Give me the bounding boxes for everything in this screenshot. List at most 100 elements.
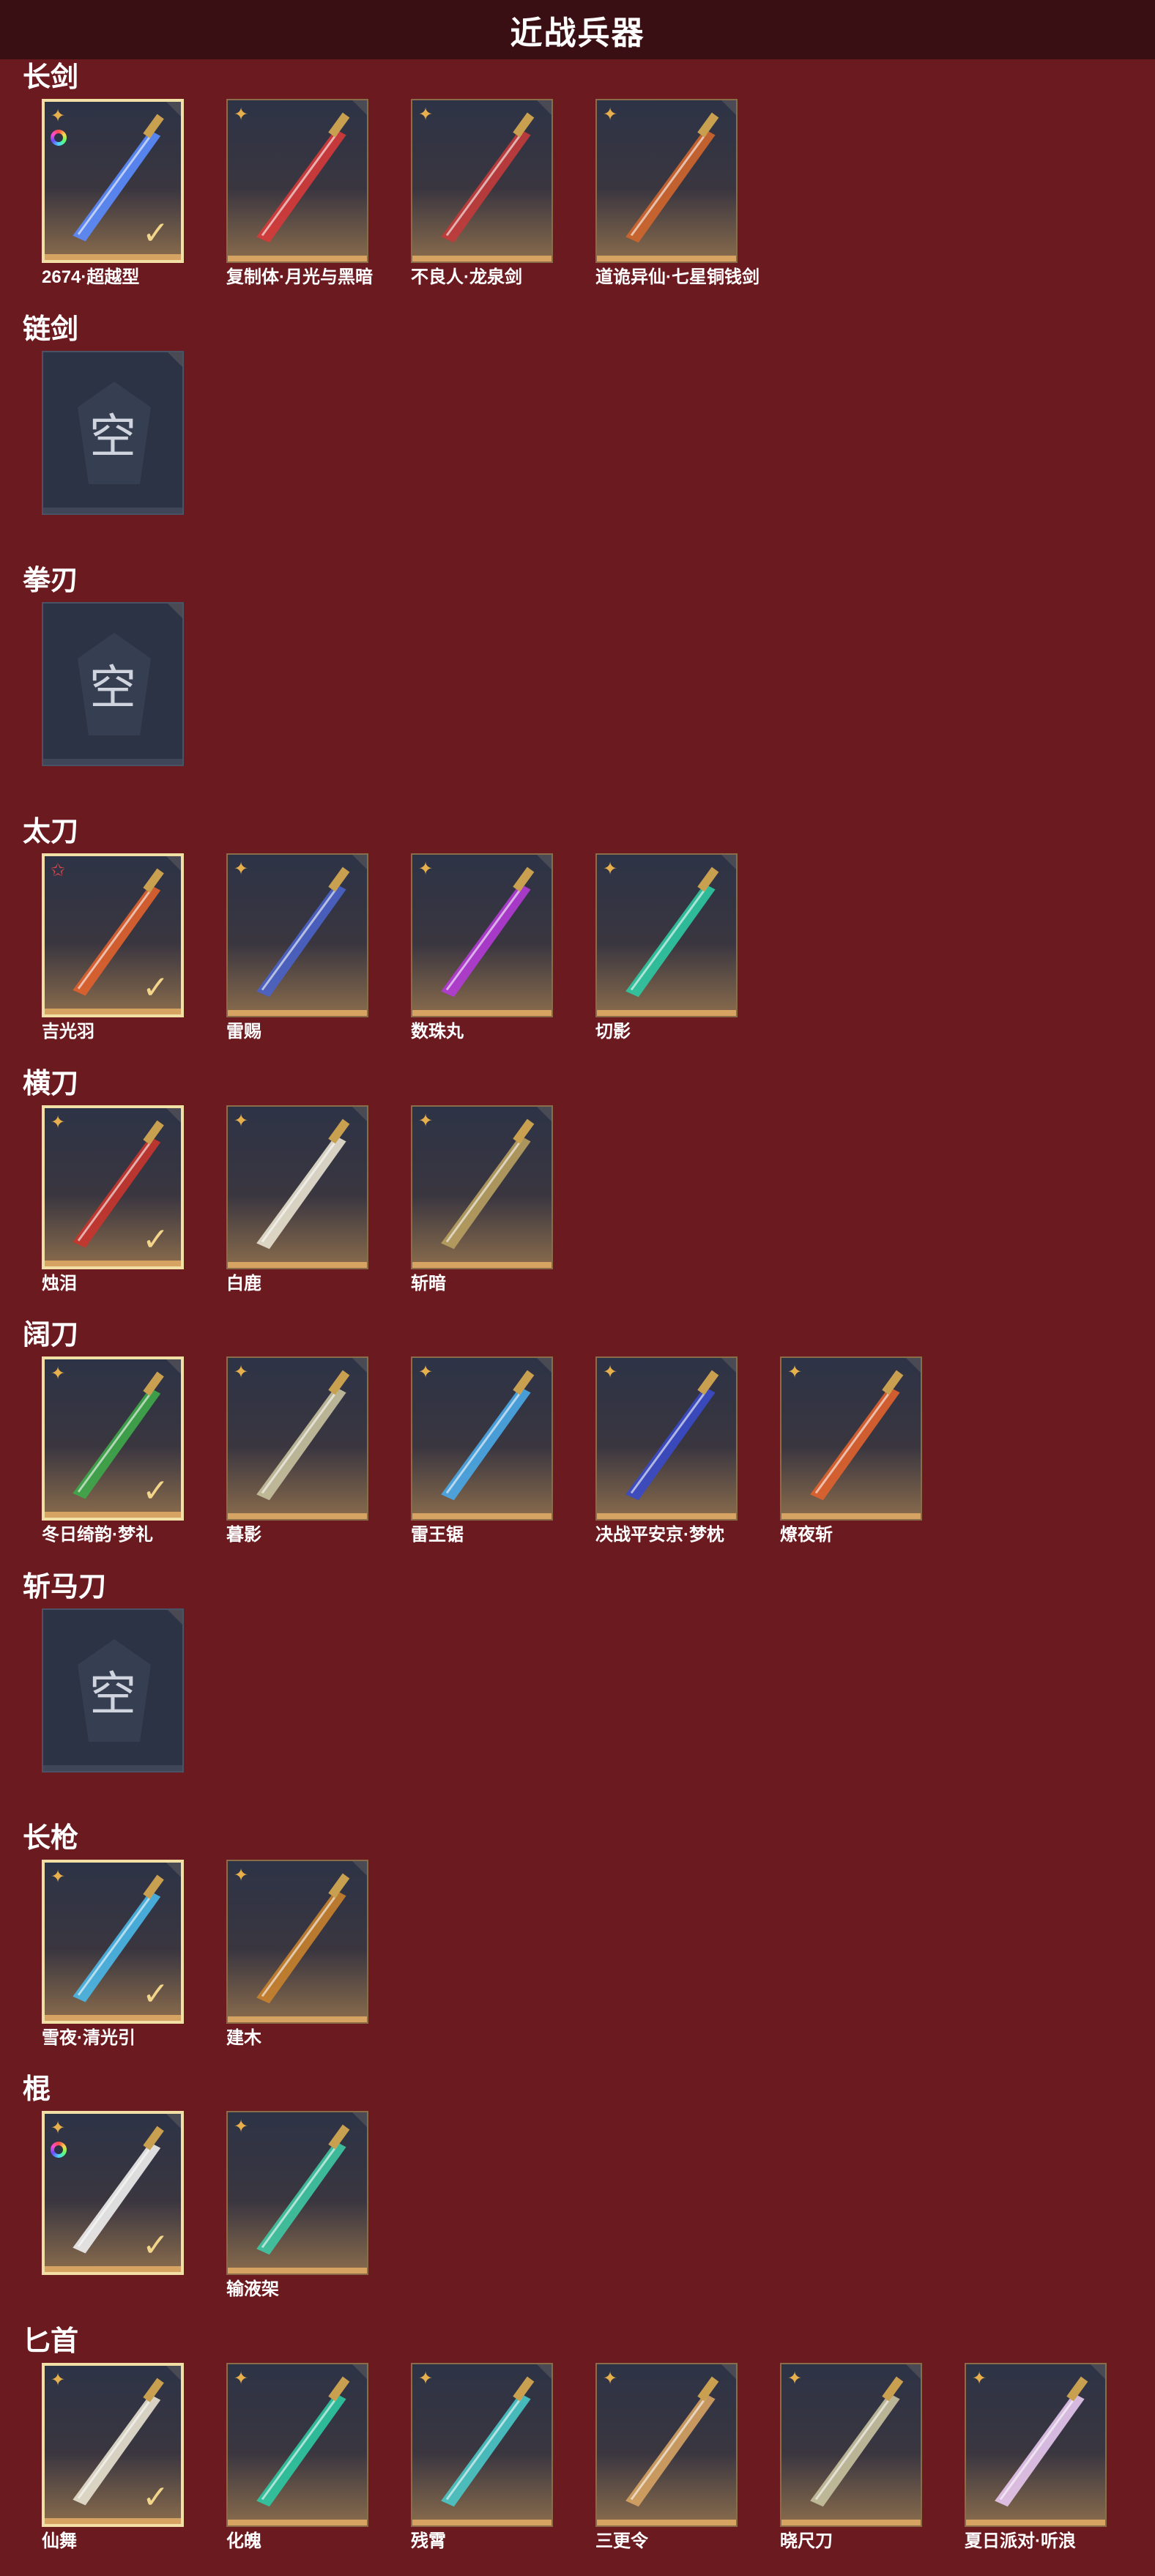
weapon-tile[interactable]: ✦ bbox=[411, 2363, 553, 2527]
weapon-card[interactable]: ✦ 雷赐 bbox=[226, 853, 368, 1042]
empty-weapon-slot[interactable]: 空 bbox=[42, 602, 184, 766]
corner-tab-icon bbox=[168, 1610, 182, 1625]
weapon-row: ✦ ✓ 雪夜·清光引 ✦ 建木 bbox=[42, 1860, 411, 2049]
weapon-card[interactable]: ✦ 化魄 bbox=[226, 2363, 368, 2552]
corner-tab-icon bbox=[166, 1108, 181, 1123]
weapon-name: 仙舞 bbox=[42, 2531, 77, 2551]
corner-tab-icon bbox=[352, 855, 367, 869]
weapon-tile[interactable]: ✦ ✓ bbox=[42, 2111, 184, 2275]
weapon-tile[interactable]: ✦ bbox=[595, 1356, 738, 1521]
weapon-card[interactable]: ✦ 夏日派对·听浪 bbox=[965, 2363, 1107, 2552]
weapon-tile[interactable]: ✦ bbox=[411, 853, 553, 1017]
weapon-tile[interactable]: ✦ bbox=[226, 1105, 368, 1269]
weapon-name: 2674·超越型 bbox=[42, 267, 140, 287]
weapon-card[interactable]: ✦ 切影 bbox=[595, 853, 738, 1042]
weapon-card[interactable]: ✦ 复制体·月光与黑暗 bbox=[226, 99, 373, 288]
section-title: 链剑 bbox=[23, 314, 79, 345]
corner-tab-icon bbox=[168, 604, 182, 618]
weapon-name: 决战平安京·梦枕 bbox=[595, 1525, 724, 1545]
weapon-tile[interactable]: ✦ ✓ bbox=[42, 1356, 184, 1521]
weapon-card[interactable]: ✦ 燎夜斩 bbox=[780, 1356, 922, 1545]
weapon-row: ✦ ✓ 仙舞 ✦ 化魄 ✦ 残霄 ✦ 三更令 ✦ 晓尺刀 ✦ 夏日派对·听浪 bbox=[42, 2363, 1149, 2552]
weapon-card[interactable]: ✩ ✓ 吉光羽 bbox=[42, 853, 184, 1042]
gold-star-rarity-icon: ✦ bbox=[603, 859, 618, 879]
weapon-tile[interactable]: ✦ bbox=[226, 1860, 368, 2024]
section-title: 拳刃 bbox=[23, 565, 79, 596]
weapon-card[interactable]: ✦ 决战平安京·梦枕 bbox=[595, 1356, 738, 1545]
weapon-card[interactable]: ✦ ✓ 烛泪 bbox=[42, 1105, 184, 1294]
weapon-row: 空 bbox=[42, 1608, 226, 1773]
weapon-card[interactable]: ✦ 白鹿 bbox=[226, 1105, 368, 1294]
weapon-tile[interactable]: ✦ bbox=[411, 99, 553, 263]
weapon-name: 雪夜·清光引 bbox=[42, 2028, 135, 2048]
corner-tab-icon bbox=[352, 2364, 367, 2379]
weapon-tile[interactable]: ✦ bbox=[411, 1356, 553, 1521]
weapon-tile[interactable]: ✦ bbox=[226, 1356, 368, 1521]
gold-star-rarity-icon: ✦ bbox=[787, 1362, 803, 1382]
gold-star-rarity-icon: ✦ bbox=[418, 105, 434, 125]
corner-tab-icon bbox=[721, 100, 736, 115]
gold-star-rarity-icon: ✦ bbox=[234, 105, 249, 125]
weapon-row: ✩ ✓ 吉光羽 ✦ 雷赐 ✦ 数珠丸 ✦ 切影 bbox=[42, 853, 780, 1042]
weapon-tile[interactable]: ✦ bbox=[226, 99, 368, 263]
gold-star-rarity-icon: ✦ bbox=[234, 1111, 249, 1131]
weapon-card[interactable]: ✦ 数珠丸 bbox=[411, 853, 553, 1042]
weapon-card[interactable]: ✦ 建木 bbox=[226, 1860, 368, 2049]
gold-star-rarity-icon: ✦ bbox=[234, 859, 249, 879]
weapon-tile[interactable]: ✦ bbox=[595, 853, 738, 1017]
weapon-tile[interactable]: ✦ bbox=[411, 1105, 553, 1269]
weapon-tile[interactable]: ✦ bbox=[780, 2363, 922, 2527]
weapon-tile[interactable]: ✦ bbox=[226, 2363, 368, 2527]
weapon-tile[interactable]: ✦ bbox=[226, 2111, 368, 2275]
weapon-card[interactable]: ✦ 斩暗 bbox=[411, 1105, 553, 1294]
empty-weapon-slot[interactable]: 空 bbox=[42, 1608, 184, 1773]
weapon-card[interactable]: ✦ 暮影 bbox=[226, 1356, 368, 1545]
weapon-tile[interactable]: ✦ ✓ bbox=[42, 1105, 184, 1269]
weapon-tile[interactable]: ✦ bbox=[595, 99, 738, 263]
empty-weapon-slot[interactable]: 空 bbox=[42, 351, 184, 515]
weapon-card[interactable]: ✦ ✓ bbox=[42, 2111, 184, 2300]
weapon-name: 建木 bbox=[226, 2028, 261, 2048]
corner-tab-icon bbox=[537, 100, 551, 115]
weapon-image bbox=[625, 866, 719, 998]
corner-tab-icon bbox=[166, 1863, 181, 1877]
weapon-tile[interactable]: 空 bbox=[42, 351, 184, 515]
weapon-image bbox=[625, 112, 719, 243]
weapon-card[interactable]: ✦ 不良人·龙泉剑 bbox=[411, 99, 553, 288]
corner-tab-icon bbox=[537, 855, 551, 869]
corner-tab-icon bbox=[906, 2364, 921, 2379]
weapon-tile[interactable]: ✦ ✓ bbox=[42, 2363, 184, 2527]
weapon-image bbox=[256, 2376, 350, 2507]
weapon-image bbox=[441, 1118, 535, 1250]
corner-tab-icon bbox=[168, 352, 182, 367]
weapon-image bbox=[256, 1873, 350, 2004]
weapon-image bbox=[810, 1370, 904, 1501]
weapon-card[interactable]: ✦ 道诡异仙·七星铜钱剑 bbox=[595, 99, 760, 288]
weapon-card[interactable]: ✦ ✓ 冬日绮韵·梦礼 bbox=[42, 1356, 184, 1545]
weapon-card[interactable]: ✦ ✓ 2674·超越型 bbox=[42, 99, 184, 288]
weapon-tile[interactable]: 空 bbox=[42, 602, 184, 766]
weapon-tile[interactable]: ✩ ✓ bbox=[42, 853, 184, 1017]
weapon-tile[interactable]: ✦ bbox=[226, 853, 368, 1017]
gold-star-rarity-icon: ✦ bbox=[51, 1364, 66, 1384]
weapon-tile[interactable]: ✦ ✓ bbox=[42, 99, 184, 263]
weapon-image bbox=[441, 1370, 535, 1501]
weapon-tile[interactable]: ✦ bbox=[780, 1356, 922, 1521]
weapon-card[interactable]: ✦ 雷王锯 bbox=[411, 1356, 553, 1545]
corner-tab-icon bbox=[352, 1107, 367, 1121]
weapon-card[interactable]: ✦ 残霄 bbox=[411, 2363, 553, 2552]
page-header: 近战兵器 bbox=[0, 0, 1155, 59]
equipped-check-icon: ✓ bbox=[142, 1473, 169, 1509]
weapon-image bbox=[810, 2376, 904, 2507]
weapon-card[interactable]: ✦ 晓尺刀 bbox=[780, 2363, 922, 2552]
corner-tab-icon bbox=[352, 1861, 367, 1876]
weapon-card[interactable]: ✦ 输液架 bbox=[226, 2111, 368, 2300]
weapon-tile[interactable]: ✦ ✓ bbox=[42, 1860, 184, 2024]
weapon-tile[interactable]: ✦ bbox=[965, 2363, 1107, 2527]
weapon-name: 烛泪 bbox=[42, 1274, 77, 1293]
weapon-tile[interactable]: 空 bbox=[42, 1608, 184, 1773]
weapon-card[interactable]: ✦ 三更令 bbox=[595, 2363, 738, 2552]
weapon-card[interactable]: ✦ ✓ 仙舞 bbox=[42, 2363, 184, 2552]
weapon-card[interactable]: ✦ ✓ 雪夜·清光引 bbox=[42, 1860, 184, 2049]
weapon-tile[interactable]: ✦ bbox=[595, 2363, 738, 2527]
